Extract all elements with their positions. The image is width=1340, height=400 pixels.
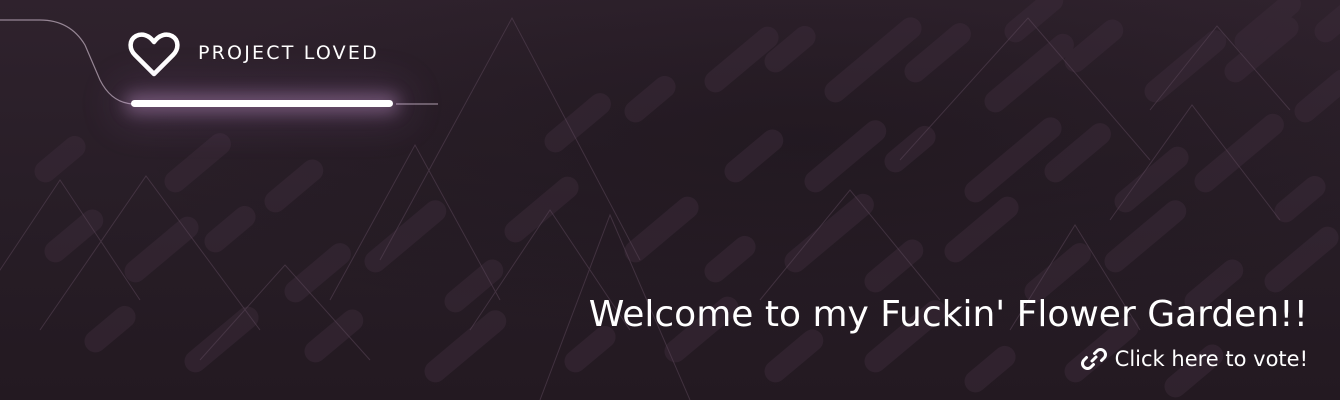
logo-underline-bar xyxy=(131,100,393,107)
vote-link[interactable]: Click here to vote! xyxy=(1080,346,1308,372)
heart-outline-icon xyxy=(128,32,180,77)
project-loved-logo: PROJECT LOVED xyxy=(128,32,398,112)
project-loved-banner: PROJECT LOVED Welcome to my Fuckin' Flow… xyxy=(0,0,1340,400)
vote-link-label[interactable]: Click here to vote! xyxy=(1115,347,1308,371)
beatmap-title: Welcome to my Fuckin' Flower Garden!! xyxy=(588,294,1308,335)
logo-text: PROJECT LOVED xyxy=(198,42,379,64)
link-icon xyxy=(1080,348,1107,370)
